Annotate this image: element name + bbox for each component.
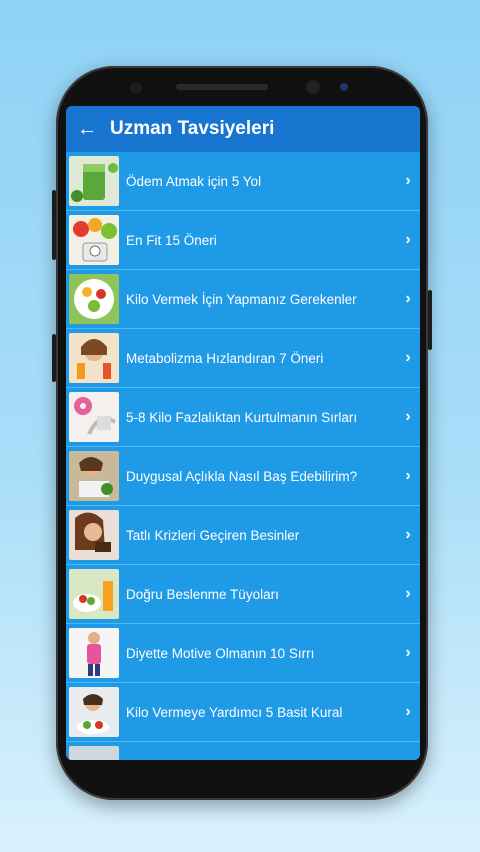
app-bar: ← Uzman Tavsiyeleri	[66, 106, 420, 152]
volume-button	[52, 190, 56, 260]
salad-juice-thumbnail	[69, 569, 119, 619]
list-item[interactable]: Doğru Beslenme Tüyoları ›	[66, 565, 420, 624]
partial-thumbnail	[69, 746, 119, 760]
list-item-label: Tatlı Krizleri Geçiren Besinler	[126, 527, 300, 543]
tips-list: Ödem Atmak için 5 Yol › En Fit 15 Öneri …	[66, 152, 420, 760]
sensor-icon	[340, 83, 348, 91]
bixby-button	[52, 334, 56, 382]
chevron-right-icon: ›	[405, 349, 411, 366]
chevron-right-icon: ›	[405, 172, 411, 189]
chevron-right-icon: ›	[405, 290, 411, 307]
page-title: Uzman Tavsiyeleri	[110, 118, 275, 139]
list-item[interactable]: Diyette Motive Olmanın 10 Sırrı ›	[66, 624, 420, 683]
list-item-label: Metabolizma Hızlandıran 7 Öneri	[126, 350, 324, 366]
chevron-right-icon: ›	[405, 526, 411, 543]
list-item[interactable]: Ödem Atmak için 5 Yol ›	[66, 152, 420, 211]
chevron-right-icon: ›	[405, 585, 411, 602]
woman-juice-thumbnail	[69, 333, 119, 383]
green-smoothie-thumbnail	[69, 156, 119, 206]
chevron-right-icon: ›	[405, 467, 411, 484]
fruits-scale-thumbnail	[69, 215, 119, 265]
list-item-label: Kilo Vermeye Yardımcı 5 Basit Kural	[126, 704, 343, 720]
list-item[interactable]: Duygusal Açlıkla Nasıl Baş Edebilirim? ›	[66, 447, 420, 506]
list-item[interactable]: Metabolizma Hızlandıran 7 Öneri ›	[66, 329, 420, 388]
earpiece-speaker	[176, 84, 268, 90]
front-camera-icon	[306, 80, 320, 94]
iris-sensor-icon	[130, 82, 142, 94]
list-item-label: Duygusal Açlıkla Nasıl Baş Edebilirim?	[126, 468, 358, 484]
list-item[interactable]: Kilo Vermeye Yardımcı 5 Basit Kural ›	[66, 683, 420, 742]
list-item-label: 5-8 Kilo Fazlalıktan Kurtulmanın Sırları	[126, 409, 358, 425]
list-item-label: Ödem Atmak için 5 Yol	[126, 173, 262, 189]
woman-eating-thumbnail	[69, 451, 119, 501]
woman-salad-thumbnail	[69, 687, 119, 737]
list-item[interactable]: Tatlı Krizleri Geçiren Besinler ›	[66, 506, 420, 565]
woman-pink-thumbnail	[69, 628, 119, 678]
list-item-label: Kilo Vermek İçin Yapmanız Gerekenler	[126, 291, 357, 307]
donut-measure-thumbnail	[69, 392, 119, 442]
app-screen: ← Uzman Tavsiyeleri Ödem Atmak için 5 Yo…	[66, 106, 420, 760]
list-item[interactable]: 5-8 Kilo Fazlalıktan Kurtulmanın Sırları…	[66, 388, 420, 447]
chevron-right-icon: ›	[405, 408, 411, 425]
list-item-label: Diyette Motive Olmanın 10 Sırrı	[126, 645, 315, 661]
list-item-partial[interactable]	[66, 742, 420, 760]
bottom-bezel	[66, 760, 420, 768]
chevron-right-icon: ›	[405, 644, 411, 661]
arrow-left-icon[interactable]: ←	[66, 106, 102, 152]
list-item[interactable]: En Fit 15 Öneri ›	[66, 211, 420, 270]
chevron-right-icon: ›	[405, 703, 411, 720]
list-item[interactable]: Kilo Vermek İçin Yapmanız Gerekenler ›	[66, 270, 420, 329]
chevron-right-icon: ›	[405, 231, 411, 248]
fruit-plate-thumbnail	[69, 274, 119, 324]
list-item-label: Doğru Beslenme Tüyoları	[126, 586, 279, 602]
power-button	[428, 290, 432, 350]
woman-chocolate-thumbnail	[69, 510, 119, 560]
list-item-label: En Fit 15 Öneri	[126, 232, 217, 248]
